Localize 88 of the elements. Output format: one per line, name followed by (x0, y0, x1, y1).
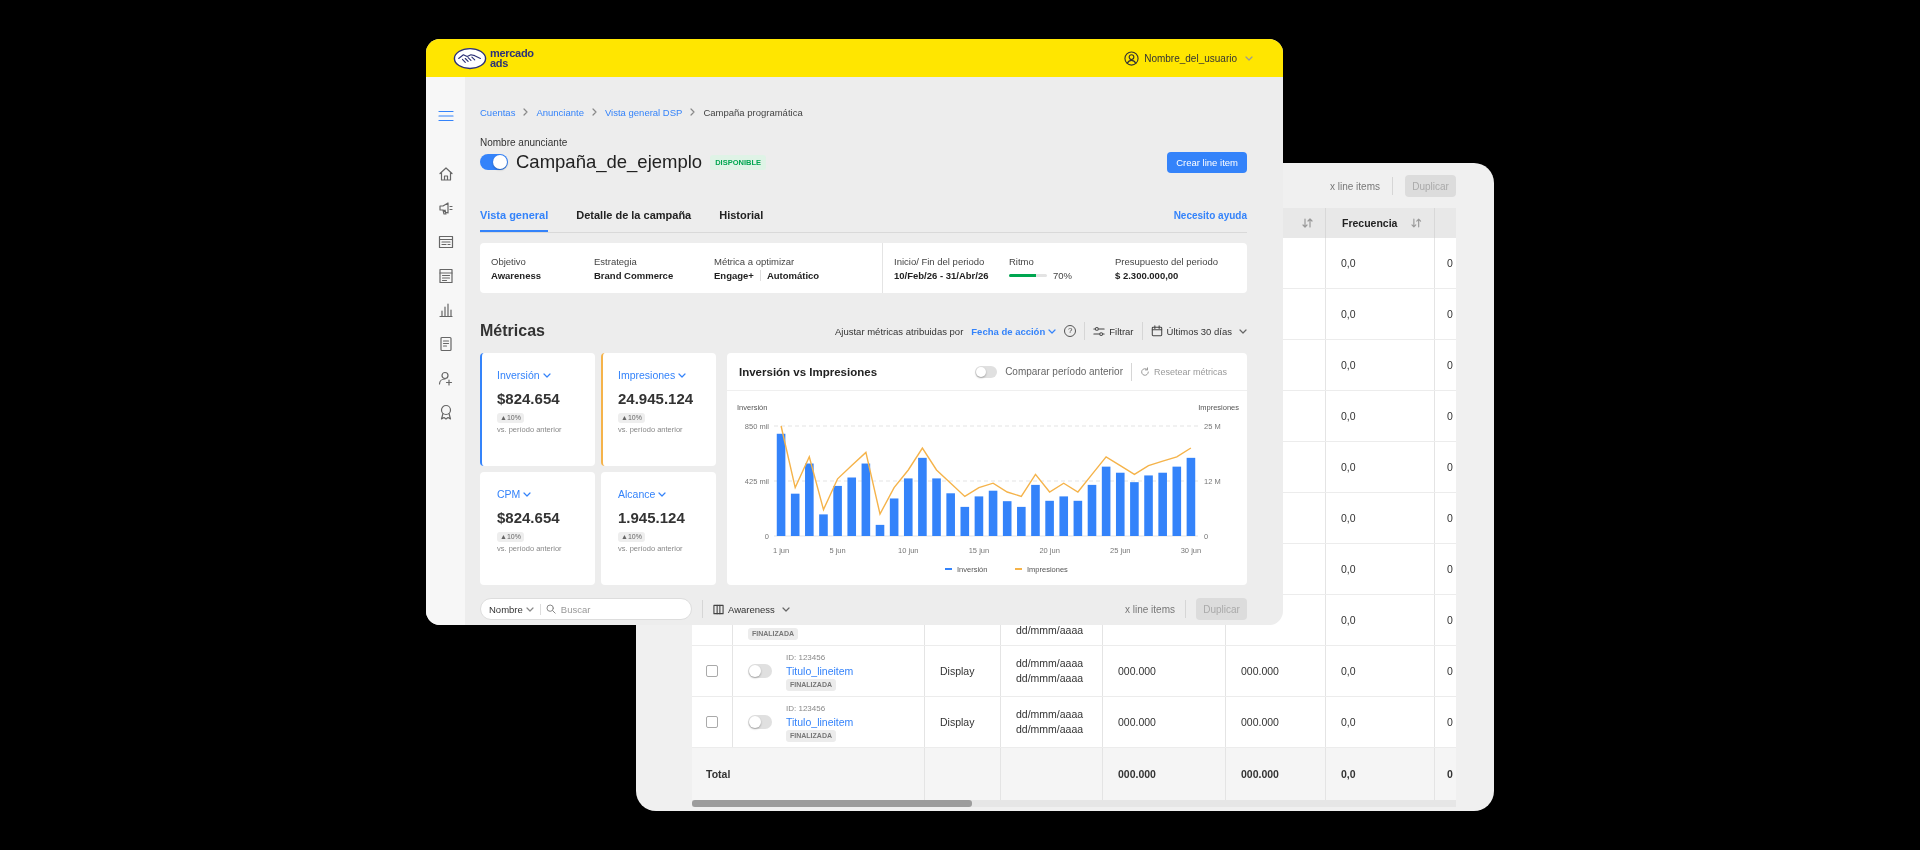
table-cell: 0,0 (1341, 257, 1356, 269)
table-cell: 0 (1447, 665, 1453, 677)
filter-button[interactable]: Filtrar (1093, 325, 1134, 337)
breadcrumb-link[interactable]: Anunciante (536, 106, 584, 118)
table-cell: 0 (1447, 461, 1453, 473)
metric-dropdown[interactable]: Alcance (618, 488, 667, 500)
table-cell: 0 (1447, 614, 1453, 626)
tab[interactable]: Detalle de la campaña (576, 199, 692, 232)
table-cell: 0 (1447, 716, 1453, 728)
table-cell: 0 (1447, 359, 1453, 371)
breadcrumb-link[interactable]: Vista general DSP (604, 106, 683, 118)
tab[interactable]: Vista general (480, 199, 549, 232)
campaign-title: Campaña_de_ejemplo (516, 151, 703, 173)
metric-value: $824.654 (497, 509, 560, 526)
table-cell: Display (940, 716, 975, 728)
table-cell: 000.000 (1241, 716, 1279, 728)
logo-text: mercado ads (490, 48, 532, 68)
breadcrumb-current: Campaña programática (703, 106, 803, 118)
field-value: $ 2.300.000,00 (1115, 269, 1179, 281)
table-cell: Display (940, 665, 975, 677)
table-cell: 0,0 (1341, 512, 1356, 524)
field-label: Ritmo (1009, 255, 1035, 267)
line-item-link[interactable]: Titulo_lineitem (786, 714, 854, 730)
table-cell: 0,0 (1341, 359, 1356, 371)
user-menu[interactable]: Nombre_del_usuario (1124, 50, 1253, 66)
table-cell: 0,0 (1341, 308, 1356, 320)
table-cell: 0,0 (1341, 563, 1356, 575)
table-cell: 0 (1447, 308, 1453, 320)
table-cell: 0,0 (1341, 461, 1356, 473)
user-name: Nombre_del_usuario (1144, 52, 1237, 64)
table-cell: 000.000 (1241, 665, 1279, 677)
table-cell: 000.000 (1118, 716, 1156, 728)
table-cell: 0,0 (1341, 716, 1356, 728)
total-cell: 000.000 (1118, 768, 1156, 780)
date-text: dd/mmm/aaaa (1016, 707, 1084, 722)
table-cell: 0 (1447, 563, 1453, 575)
metric-value: 1.945.124 (618, 509, 685, 526)
date-text: dd/mmm/aaaa (1016, 722, 1084, 737)
field-label: Métrica a optimizar (714, 255, 796, 267)
field-value: Brand Commerce (594, 269, 674, 281)
date-text: dd/mmm/aaaa (1016, 623, 1084, 638)
field-label: Objetivo (491, 255, 527, 267)
total-cell: 0 (1447, 768, 1453, 780)
search-field[interactable]: Nombre Buscar (480, 598, 692, 620)
filter-select[interactable]: Nombre (489, 603, 523, 615)
table-cell: 000.000 (1118, 665, 1156, 677)
attribution-label: Ajustar métricas atribuidas por (835, 325, 964, 337)
total-cell: 0,0 (1341, 768, 1356, 780)
date-text: dd/mmm/aaaa (1016, 656, 1084, 671)
table-cell: 0 (1447, 257, 1453, 269)
total-cell: 000.000 (1241, 768, 1279, 780)
metric-dropdown[interactable]: Impresiones (618, 369, 687, 381)
chart-title: Inversión vs Impresiones (739, 365, 878, 378)
breadcrumb-link[interactable]: Cuentas (480, 106, 516, 118)
id-label: ID: 123456 (786, 651, 826, 664)
help-link[interactable]: Necesito ayuda (1173, 210, 1247, 221)
item-count: x line items (1330, 180, 1380, 192)
field-value: Automático (759, 269, 820, 281)
item-count: x line items (1125, 603, 1175, 615)
metric-dropdown[interactable]: CPM (497, 488, 532, 500)
create-button[interactable]: Crear line item (1167, 152, 1247, 173)
field-label: Estrategia (594, 255, 638, 267)
table-cell: 0,0 (1341, 665, 1356, 677)
metric-value: 24.945.124 (618, 390, 694, 407)
table-cell: 0,0 (1341, 410, 1356, 422)
tab[interactable]: Historial (719, 199, 764, 232)
metric-dropdown[interactable]: Inversión (497, 369, 551, 381)
id-label: ID: 123456 (786, 702, 826, 715)
field-label: Inicio/ Fin del periodo (894, 255, 986, 267)
date-text: dd/mmm/aaaa (1016, 671, 1084, 686)
toggle-label: Comparar período anterior (1005, 366, 1123, 377)
attribution-dropdown[interactable]: Fecha de acción (971, 325, 1057, 337)
table-cell: 0 (1447, 410, 1453, 422)
section-title: Métricas (480, 322, 545, 340)
field-label: Presupuesto del periodo (1115, 255, 1219, 267)
total-label: Total (706, 768, 731, 780)
line-item-link[interactable]: Titulo_lineitem (786, 663, 854, 679)
column-header: Frecuencia (1342, 217, 1398, 229)
field-value: Awareness (491, 269, 541, 281)
metric-value: $824.654 (497, 390, 560, 407)
field-value: Engage+ (714, 269, 754, 281)
date-range-dropdown[interactable]: Últimos 30 días (1150, 325, 1247, 337)
objective-dropdown[interactable]: Awareness (713, 603, 790, 615)
advertiser-label: Nombre anunciante (480, 137, 569, 149)
progress-reading: 70% (1053, 269, 1072, 281)
table-cell: 0,0 (1341, 614, 1356, 626)
table-cell: 0 (1447, 512, 1453, 524)
field-value: 10/Feb/26 - 31/Abr/26 (894, 269, 989, 281)
